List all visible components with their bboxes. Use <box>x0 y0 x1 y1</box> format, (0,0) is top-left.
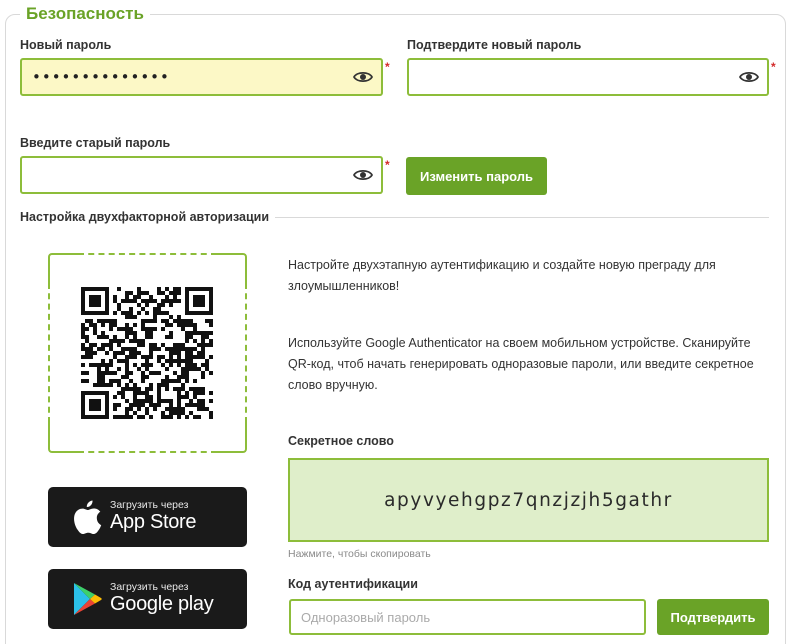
confirm-button[interactable]: Подтвердить <box>657 599 769 635</box>
eye-icon[interactable] <box>353 167 373 183</box>
confirm-password-input[interactable] <box>419 66 727 88</box>
qr-code <box>81 287 213 419</box>
app-store-small-text: Загрузить через <box>110 499 189 511</box>
new-password-field[interactable] <box>20 58 383 96</box>
required-mark: * <box>385 60 390 74</box>
google-play-small-text: Загрузить через <box>110 581 189 593</box>
new-password-label: Новый пароль <box>20 38 112 52</box>
old-password-field[interactable] <box>20 156 383 194</box>
apple-icon <box>74 500 102 535</box>
new-password-input[interactable] <box>32 66 341 88</box>
copy-hint: Нажмите, чтобы скопировать <box>288 548 431 560</box>
two-factor-instructions: Используйте Google Authenticator на свое… <box>288 336 754 392</box>
google-play-big-text: Google play <box>110 593 214 615</box>
secret-label: Секретное слово <box>288 434 394 448</box>
two-factor-title: Настройка двухфакторной авторизации <box>20 210 276 224</box>
two-factor-intro: Настройте двухэтапную аутентификацию и с… <box>288 258 716 293</box>
confirm-password-field[interactable] <box>407 58 769 96</box>
eye-icon[interactable] <box>739 69 759 85</box>
required-mark: * <box>385 158 390 172</box>
app-store-big-text: App Store <box>110 511 197 533</box>
old-password-label: Введите старый пароль <box>20 136 171 150</box>
auth-code-input[interactable] <box>289 599 646 635</box>
google-play-badge[interactable]: Загрузить через Google play <box>48 569 247 629</box>
secret-word: apyvyehgpz7qnzjzjh5gathr <box>384 489 673 511</box>
change-password-button[interactable]: Изменить пароль <box>406 157 547 195</box>
confirm-password-label: Подтвердите новый пароль <box>407 38 582 52</box>
google-play-icon <box>74 583 102 615</box>
eye-icon[interactable] <box>353 69 373 85</box>
app-store-badge[interactable]: Загрузить через App Store <box>48 487 247 547</box>
section-title: Безопасность <box>20 3 150 25</box>
qr-frame <box>48 253 247 453</box>
old-password-input[interactable] <box>32 164 341 186</box>
auth-code-label: Код аутентификации <box>288 577 418 591</box>
secret-word-box[interactable]: apyvyehgpz7qnzjzjh5gathr <box>288 458 769 542</box>
required-mark: * <box>771 60 776 74</box>
